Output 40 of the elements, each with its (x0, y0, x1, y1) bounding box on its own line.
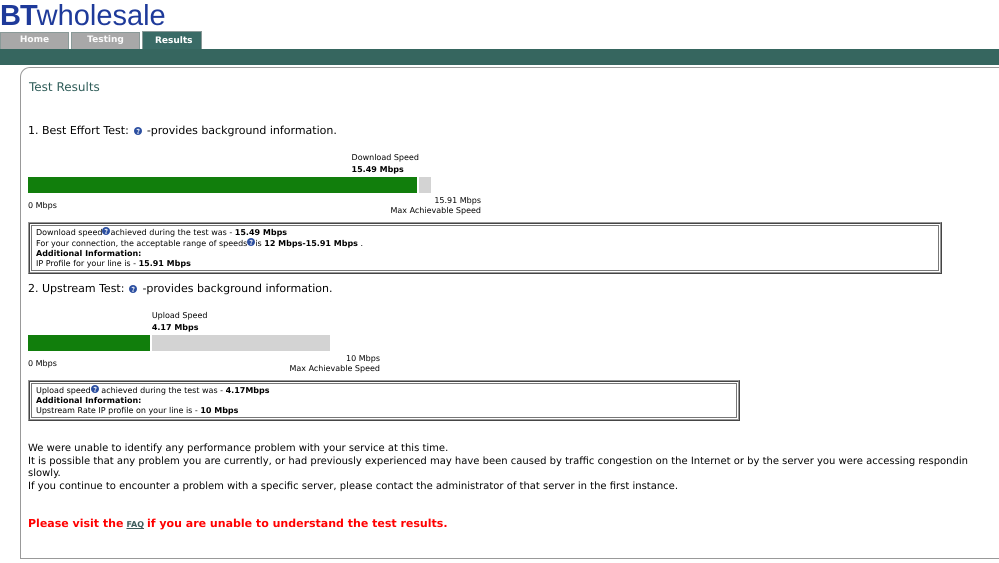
speed-label: Download Speed (352, 152, 419, 163)
info-text: IP Profile for your line is - 15.91 Mbps (36, 259, 191, 268)
min-label: 0 Mbps (28, 359, 57, 370)
test-heading: 2. Upstream Test: (28, 282, 124, 295)
help-icon[interactable] (134, 126, 142, 134)
logo-mark: BT (0, 0, 37, 32)
info-text: For your connection, the acceptable range of speeds (36, 239, 248, 248)
info-text: Additional Information: (36, 396, 142, 405)
result-message: We were unable to identify any performance problem with your service at this time. (28, 443, 450, 456)
min-label: 0 Mbps (28, 201, 57, 212)
help-icon[interactable] (102, 227, 110, 235)
info-text: Upstream Rate IP profile on your line is - 10 Mbps (36, 406, 238, 415)
help-icon[interactable] (247, 238, 256, 246)
result-message: It is possible that any problem you are currently, or had previously experienced may have been caused by traffic congestion on the Internet or by the server you were accessing respondin (28, 456, 969, 468)
max-label: Max Achievable Speed (390, 206, 481, 216)
info-text: is 12 Mbps-15.91 Mbps . (255, 239, 364, 248)
faq-note: Please visit the (28, 517, 124, 530)
faq-note: if you are unable to understand the test results. (147, 517, 448, 530)
page-title: Test Results (29, 80, 101, 94)
info-text: Upload speed (36, 386, 91, 395)
result-message: If you continue to encounter a problem with a specific server, please contact the administrator of that server in the first instance. (28, 480, 679, 493)
speed-value: 15.49 Mbps (352, 164, 405, 175)
result-message: slowly. (28, 468, 62, 480)
max-value: 10 Mbps (345, 354, 380, 364)
info-text: achieved during the test was - 15.49 Mbps (110, 228, 288, 237)
heading-note: -provides background information. (146, 124, 337, 137)
test-heading: 1. Best Effort Test: (28, 124, 129, 137)
speed-value: 4.17 Mbps (152, 322, 200, 333)
info-text: Additional Information: (36, 249, 142, 258)
help-icon[interactable] (90, 385, 99, 393)
max-label: Max Achievable Speed (289, 364, 380, 374)
logo-text: wholesale (36, 0, 166, 32)
faq-link[interactable]: FAQ (126, 520, 144, 529)
help-icon[interactable] (129, 284, 138, 292)
heading-note: -provides background information. (142, 282, 332, 295)
nav-tab[interactable]: Results (142, 31, 202, 49)
info-text: achieved during the test was - 4.17Mbps (100, 386, 270, 395)
info-text: Download speed (36, 228, 102, 237)
max-value: 15.91 Mbps (433, 196, 481, 206)
speed-label: Upload Speed (152, 310, 208, 321)
